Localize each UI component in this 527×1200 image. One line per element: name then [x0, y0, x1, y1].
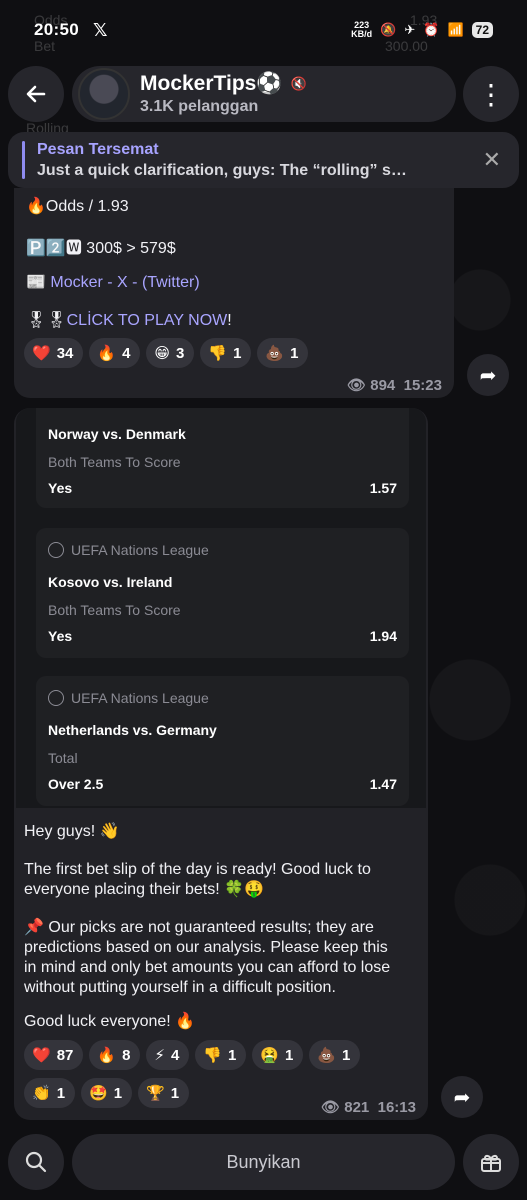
message-bubble-1: 🔥Odds / 1.93 🅿️2️⃣🆆 300$ > 579$ 📰 Mocker… [14, 188, 454, 398]
bet-card: Norway vs. Denmark Both Teams To Score Y… [36, 408, 409, 508]
view-count: 821 [344, 1099, 370, 1116]
reaction-heart[interactable]: ❤️ 34 [24, 338, 84, 368]
reaction-clap[interactable]: 👏 1 [24, 1078, 76, 1108]
gift-icon [481, 1154, 501, 1172]
chat-header: MockerTips⚽ 🔇 3.1K pelanggan ⋮ [8, 64, 519, 124]
good-luck-text: Good luck everyone! 🔥 [24, 1013, 196, 1030]
subscriber-count: 3.1K pelanggan [140, 98, 259, 115]
status-bar: 20:50 𝕏 223 KB/d 🔕 ✈ ⏰ 📶 72 [0, 0, 527, 60]
eye-icon: 👁 [347, 377, 367, 394]
reactions-row: ❤️ 34 🔥 4 😁 3 👎 1 💩 1 [24, 338, 309, 368]
unmute-button[interactable]: Bunyikan [72, 1134, 455, 1190]
share-button[interactable]: ➦ [441, 1076, 483, 1118]
football-icon [48, 690, 64, 706]
dnd-icon: 🔕 [380, 22, 397, 37]
channel-avatar[interactable] [78, 68, 130, 120]
disclaimer-text: 📌 Our picks are not guaranteed results; … [24, 919, 391, 996]
share-button[interactable]: ➦ [467, 354, 509, 396]
message-meta: 👁 894 15:23 [347, 376, 442, 394]
share-icon: ➦ [479, 364, 497, 387]
message-bubble-2: Norway vs. Denmark Both Teams To Score Y… [14, 408, 428, 1120]
bet-slip-image[interactable]: Norway vs. Denmark Both Teams To Score Y… [16, 408, 426, 808]
status-icons: 223 KB/d 🔕 ✈ ⏰ 📶 72 [351, 21, 493, 39]
slip-ready-text: The first bet slip of the day is ready! … [24, 861, 371, 898]
pinned-content: Pesan Tersemat Just a quick clarificatio… [37, 141, 467, 180]
gift-button[interactable] [463, 1134, 519, 1190]
alarm-icon: ⏰ [423, 22, 440, 37]
reaction-grin[interactable]: 😁 3 [146, 338, 195, 368]
twitter-line: 📰 Mocker - X - (Twitter) [26, 274, 200, 291]
play-line: 🎖🎖CLİCK TO PLAY NOW! [26, 312, 232, 329]
pick: Over 2.5 [48, 776, 104, 792]
p2w-line: 🅿️2️⃣🆆 300$ > 579$ [26, 240, 176, 257]
match-name: Kosovo vs. Ireland [48, 574, 173, 590]
market-name: Both Teams To Score [48, 454, 181, 470]
more-menu-button[interactable]: ⋮ [463, 66, 519, 122]
reaction-thumbs-down[interactable]: 👎 1 [195, 1040, 247, 1070]
reaction-star-struck[interactable]: 🤩 1 [81, 1078, 133, 1108]
search-icon [25, 1151, 47, 1173]
match-name: Netherlands vs. Germany [48, 722, 217, 738]
bet-card: UEFA Nations League Kosovo vs. Ireland B… [36, 528, 409, 658]
pick: Yes [48, 628, 73, 644]
reaction-heart[interactable]: ❤️ 87 [24, 1040, 84, 1070]
bet-card: UEFA Nations League Netherlands vs. Germ… [36, 676, 409, 806]
wifi-icon: 📶 [447, 22, 464, 37]
back-button[interactable] [8, 66, 64, 122]
airplane-icon: ✈ [404, 22, 416, 37]
match-name: Norway vs. Denmark [48, 426, 186, 442]
market-name: Both Teams To Score [48, 602, 181, 618]
share-icon: ➦ [453, 1086, 471, 1109]
reaction-vomit[interactable]: 🤮 1 [252, 1040, 304, 1070]
greeting-text: Hey guys! 👋 [24, 823, 120, 840]
reaction-lightning[interactable]: ⚡ 4 [146, 1040, 190, 1070]
channel-title-bar[interactable]: MockerTips⚽ 🔇 3.1K pelanggan [72, 66, 456, 122]
muted-icon: 🔇 [290, 76, 307, 91]
pinned-body: Just a quick clarification, guys: The “r… [37, 161, 407, 179]
market-name: Total [48, 750, 78, 766]
message-time: 15:23 [403, 377, 442, 394]
bottom-bar: Bunyikan [8, 1134, 519, 1190]
odds: 1.47 [369, 776, 397, 792]
football-icon [48, 542, 64, 558]
arrow-left-icon [26, 85, 46, 103]
close-pinned-icon[interactable]: ✕ [483, 147, 501, 173]
reaction-trophy[interactable]: 🏆 1 [138, 1078, 190, 1108]
odds-line: 🔥Odds / 1.93 [26, 198, 129, 215]
network-speed: 223 KB/d [351, 20, 373, 39]
view-count: 894 [370, 377, 396, 394]
reaction-fire[interactable]: 🔥 4 [89, 338, 141, 368]
message-meta: 👁 821 16:13 [321, 1098, 416, 1116]
play-now-link[interactable]: CLİCK TO PLAY NOW [67, 312, 228, 329]
clock: 20:50 [34, 20, 79, 39]
odds: 1.94 [369, 628, 397, 644]
reactions-row: 👏 1 🤩 1 🏆 1 [24, 1078, 190, 1108]
more-vertical-icon: ⋮ [477, 78, 505, 110]
reaction-poop[interactable]: 💩 1 [309, 1040, 361, 1070]
pinned-title: Pesan Tersemat [37, 140, 159, 158]
reactions-row: ❤️ 87 🔥 8 ⚡ 4 👎 1 🤮 1 💩 1 [24, 1040, 361, 1070]
message-time: 16:13 [377, 1099, 416, 1116]
league-name: UEFA Nations League [48, 542, 209, 558]
league-name: UEFA Nations League [48, 690, 209, 706]
x-notification-icon: 𝕏 [92, 19, 108, 40]
reaction-thumbs-down[interactable]: 👎 1 [200, 338, 252, 368]
pick: Yes [48, 480, 73, 496]
channel-info: MockerTips⚽ 🔇 3.1K pelanggan [140, 72, 307, 116]
reaction-poop[interactable]: 💩 1 [257, 338, 309, 368]
pinned-indicator [22, 141, 25, 179]
pinned-message-bar[interactable]: Pesan Tersemat Just a quick clarificatio… [8, 132, 519, 188]
eye-icon: 👁 [321, 1099, 341, 1116]
twitter-link[interactable]: Mocker - X - (Twitter) [50, 274, 199, 291]
battery-level: 72 [471, 22, 493, 38]
channel-name: MockerTips⚽ 🔇 [140, 72, 307, 95]
search-button[interactable] [8, 1134, 64, 1190]
odds: 1.57 [369, 480, 397, 496]
reaction-fire[interactable]: 🔥 8 [89, 1040, 141, 1070]
